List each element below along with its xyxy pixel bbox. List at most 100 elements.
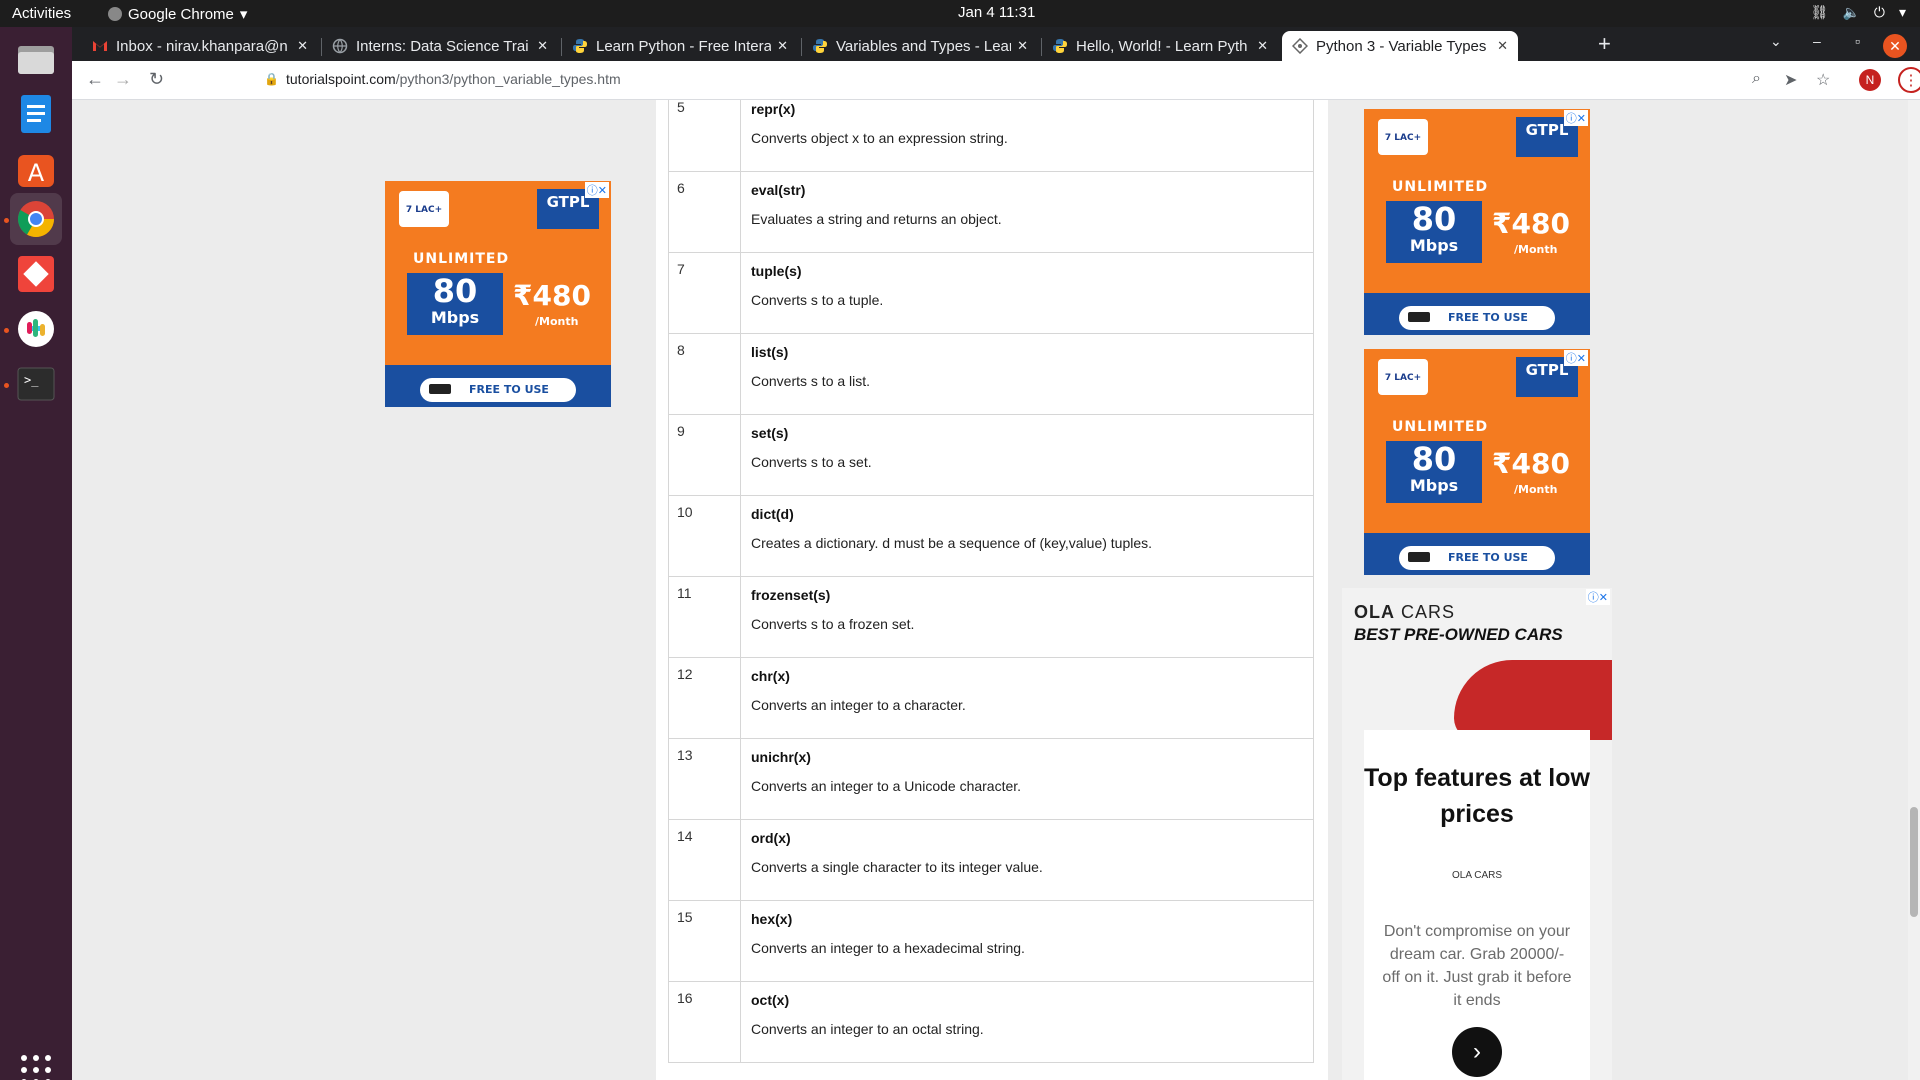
- ad-speed-unit: Mbps: [1409, 476, 1459, 495]
- ad-close-icon[interactable]: ⓘ✕: [584, 182, 609, 198]
- software-dock-item[interactable]: A: [10, 143, 62, 195]
- new-tab-button[interactable]: +: [1598, 31, 1611, 57]
- close-icon[interactable]: ✕: [777, 38, 788, 54]
- function-name: unichr(x): [751, 749, 811, 765]
- tutorialspoint-icon: [1292, 38, 1308, 54]
- scrollbar-thumb[interactable]: [1910, 807, 1918, 917]
- clock[interactable]: Jan 4 11:31: [958, 4, 1035, 21]
- row-number: 14: [668, 819, 741, 901]
- ola-cars-ad[interactable]: OLA CARS BEST PRE-OWNED CARS Top feature…: [1342, 588, 1612, 1080]
- row-number: 5: [668, 100, 741, 172]
- row-description-cell: set(s) Converts s to a set.: [740, 414, 1314, 496]
- forward-button[interactable]: →: [114, 69, 132, 90]
- page-scrollbar[interactable]: [1908, 100, 1920, 1080]
- table-row: 5 repr(x) Converts object x to an expressi…: [668, 100, 1314, 172]
- chrome-app-icon: [108, 7, 122, 21]
- function-name: dict(d): [751, 506, 794, 522]
- ad-tagline: BEST PRE-OWNED CARS: [1354, 625, 1563, 644]
- row-number: 10: [668, 495, 741, 577]
- globe-icon: [332, 38, 348, 54]
- table-row: 12 chr(x) Converts an integer to a charact…: [668, 657, 1314, 739]
- ad-close-icon[interactable]: ⓘ✕: [1585, 589, 1610, 605]
- bookmark-star-icon[interactable]: ☆: [1816, 70, 1830, 90]
- ad-speed-value: 80: [432, 272, 478, 310]
- software-center-icon: A: [18, 155, 54, 187]
- tab-python3-variable-types[interactable]: Python 3 - Variable Types ✕: [1282, 31, 1518, 61]
- gtpl-ad-right-bottom[interactable]: 7 LAC+ GTPL UNLIMITED 80 Mbps ₹480 /Month…: [1364, 349, 1590, 575]
- libreoffice-writer-icon: [21, 95, 51, 133]
- ad-speed: 80 Mbps: [1386, 201, 1482, 263]
- ad-badge: 7 LAC+: [399, 191, 449, 227]
- row-description-cell: unichr(x) Converts an integer to a Unicod…: [740, 738, 1314, 820]
- close-icon[interactable]: ✕: [1017, 38, 1028, 54]
- send-icon[interactable]: ➤: [1784, 70, 1797, 90]
- ad-close-icon[interactable]: ⓘ✕: [1563, 110, 1588, 126]
- maximize-button[interactable]: ▫: [1855, 33, 1860, 49]
- table-row: 11 frozenset(s) Converts s to a frozen set…: [668, 576, 1314, 658]
- gtpl-ad-right-top[interactable]: 7 LAC+ GTPL UNLIMITED 80 Mbps ₹480 /Month…: [1364, 109, 1590, 335]
- function-name: frozenset(s): [751, 587, 831, 603]
- row-description-cell: chr(x) Converts an integer to a character…: [740, 657, 1314, 739]
- function-name: chr(x): [751, 668, 790, 684]
- chrome-icon: [17, 201, 55, 238]
- row-description-cell: dict(d) Creates a dictionary. d must be a…: [740, 495, 1314, 577]
- back-button[interactable]: ←: [86, 69, 104, 90]
- app-menu[interactable]: Google Chrome ▾: [108, 5, 247, 23]
- gtpl-ad-left[interactable]: 7 LAC+ GTPL UNLIMITED 80 Mbps ₹480 /Month…: [385, 181, 611, 407]
- zoom-icon[interactable]: ⌕: [1752, 70, 1761, 88]
- car-image: [1454, 660, 1612, 740]
- close-icon[interactable]: ✕: [1497, 38, 1508, 54]
- system-tray[interactable]: ⛓ 🔈 ⏻ ▾: [1811, 4, 1906, 21]
- anydesk-dock-item[interactable]: [10, 248, 62, 300]
- close-icon[interactable]: ✕: [1257, 38, 1268, 54]
- ad-price: ₹480: [1492, 447, 1570, 480]
- show-applications-icon[interactable]: [21, 1055, 51, 1080]
- reload-button[interactable]: ↻: [149, 69, 164, 90]
- ad-speed-unit: Mbps: [1409, 236, 1459, 255]
- ad-badge: 7 LAC+: [1378, 359, 1428, 395]
- files-dock-item[interactable]: [10, 33, 62, 85]
- function-description: Converts an integer to a hexadecimal str…: [751, 940, 1025, 956]
- tab-helloworld[interactable]: Hello, World! - Learn Pyth ✕: [1042, 31, 1278, 61]
- minimize-button[interactable]: –: [1813, 33, 1821, 49]
- profile-avatar[interactable]: N: [1859, 69, 1881, 91]
- chrome-menu-icon[interactable]: ⋮: [1898, 67, 1920, 93]
- chevron-down-icon: ▾: [1898, 4, 1906, 20]
- activities-button[interactable]: Activities: [12, 5, 71, 22]
- terminal-icon: >_: [17, 367, 55, 401]
- ad-price: ₹480: [1492, 207, 1570, 240]
- table-row: 6 eval(str) Evaluates a string and returns…: [668, 171, 1314, 253]
- slack-dock-item[interactable]: [10, 303, 62, 355]
- tab-title: Interns: Data Science Trai: [356, 37, 529, 55]
- tab-interns[interactable]: Interns: Data Science Trai ✕: [322, 31, 558, 61]
- close-icon[interactable]: ✕: [537, 38, 548, 54]
- tab-gmail[interactable]: Inbox - nirav.khanpara@n ✕: [82, 31, 318, 61]
- address-bar[interactable]: tutorialspoint.com/python3/python_variab…: [286, 71, 621, 87]
- svg-text:>_: >_: [24, 373, 39, 387]
- chrome-dock-item[interactable]: [10, 193, 62, 245]
- system-top-bar: Activities Google Chrome ▾ Jan 4 11:31 ⛓…: [0, 0, 1920, 27]
- ad-badge: 7 LAC+: [1378, 119, 1428, 155]
- window-close-button[interactable]: ✕: [1883, 34, 1907, 58]
- function-description: Converts an integer to an octal string.: [751, 1021, 984, 1037]
- tab-title: Variables and Types - Lear: [836, 37, 1012, 55]
- ad-brand: OLA CARS: [1354, 602, 1455, 623]
- tab-learnpython[interactable]: Learn Python - Free Intera ✕: [562, 31, 798, 61]
- row-description-cell: list(s) Converts s to a list.: [740, 333, 1314, 415]
- lock-icon[interactable]: 🔒: [264, 72, 279, 86]
- caret-down-icon: ▾: [239, 6, 248, 23]
- ad-price-period: /Month: [1514, 483, 1558, 496]
- tab-variables[interactable]: Variables and Types - Lear ✕: [802, 31, 1038, 61]
- terminal-dock-item[interactable]: >_: [10, 358, 62, 410]
- running-indicator: [4, 383, 9, 388]
- function-name: ord(x): [751, 830, 791, 846]
- browser-toolbar: ← → ↻ 🔒 tutorialspoint.com/python3/pytho…: [72, 61, 1920, 100]
- row-number: 16: [668, 981, 741, 1063]
- writer-dock-item[interactable]: [10, 88, 62, 140]
- ad-close-icon[interactable]: ⓘ✕: [1563, 350, 1588, 366]
- tab-search-icon[interactable]: ⌄: [1770, 33, 1782, 50]
- chevron-right-icon[interactable]: ›: [1452, 1027, 1502, 1077]
- network-icon: ⛓: [1810, 4, 1829, 20]
- close-icon[interactable]: ✕: [297, 38, 308, 54]
- tab-strip: Inbox - nirav.khanpara@n ✕ Interns: Data…: [72, 27, 1920, 61]
